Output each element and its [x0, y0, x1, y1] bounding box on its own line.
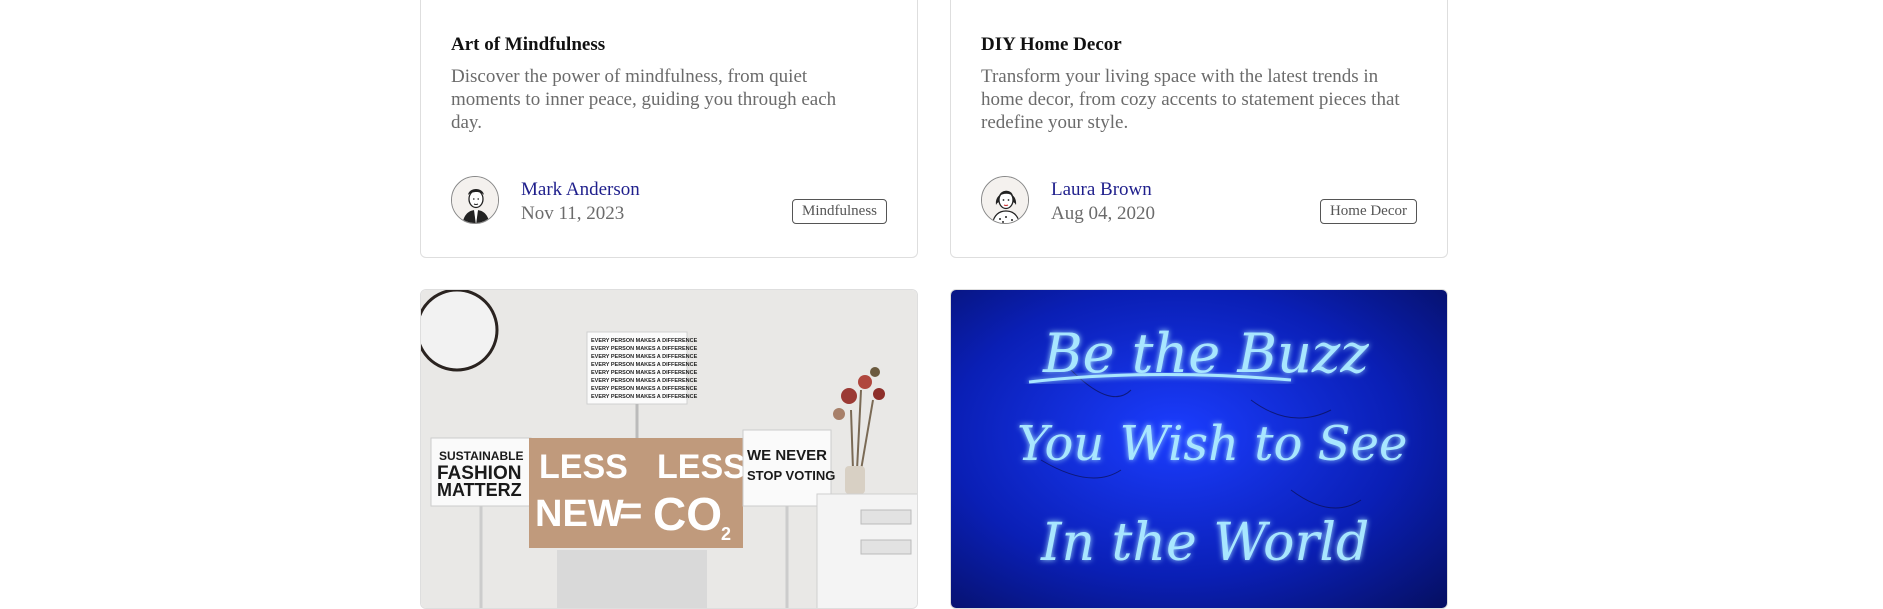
- sign-text: =: [619, 489, 642, 533]
- post-date: Nov 11, 2023: [521, 203, 625, 224]
- author-name[interactable]: Mark Anderson: [521, 179, 640, 201]
- article-description: Transform your living space with the lat…: [981, 66, 1400, 133]
- author-name[interactable]: Laura Brown: [1051, 179, 1152, 201]
- article-description: Discover the power of mindfulness, from …: [451, 66, 837, 133]
- protest-signs-photo: EVERY PERSON MAKES A DIFFERENCE EVERY PE…: [421, 290, 917, 608]
- author-avatar[interactable]: [981, 176, 1029, 224]
- sign-text: MATTERZ: [437, 480, 522, 500]
- article-title[interactable]: DIY Home Decor: [981, 34, 1122, 56]
- author-avatar[interactable]: [451, 176, 499, 224]
- sign-text: STOP VOTING: [747, 468, 835, 483]
- sign-text: EVERY PERSON MAKES A DIFFERENCE: [591, 338, 698, 344]
- sign-text: EVERY PERSON MAKES A DIFFERENCE: [591, 346, 698, 352]
- sign-text: NEW: [535, 493, 624, 535]
- category-tag[interactable]: Home Decor: [1319, 199, 1417, 224]
- article-card-image[interactable]: EVERY PERSON MAKES A DIFFERENCE EVERY PE…: [420, 289, 918, 609]
- article-title[interactable]: Art of Mindfulness: [451, 34, 605, 56]
- sign-text: EVERY PERSON MAKES A DIFFERENCE: [591, 354, 698, 360]
- article-card[interactable]: DIY Home Decor Transform your living spa…: [950, 0, 1448, 258]
- sign-text: 2: [721, 524, 731, 544]
- sign-text: EVERY PERSON MAKES A DIFFERENCE: [591, 386, 698, 392]
- category-tag[interactable]: Mindfulness: [792, 199, 887, 224]
- neon-text: In the World: [1040, 513, 1369, 573]
- sign-text: EVERY PERSON MAKES A DIFFERENCE: [591, 370, 698, 376]
- article-card[interactable]: Art of Mindfulness Discover the power of…: [420, 0, 918, 258]
- sign-text: EVERY PERSON MAKES A DIFFERENCE: [591, 362, 698, 368]
- sign-text: CO: [653, 488, 722, 540]
- sign-text: LESS: [539, 448, 628, 486]
- sign-text: LESS: [657, 448, 746, 486]
- woman-avatar-icon: [982, 177, 1028, 223]
- article-grid: Art of Mindfulness Discover the power of…: [420, 0, 1450, 609]
- man-avatar-icon: [452, 177, 498, 223]
- sign-text: SUSTAINABLE: [439, 449, 523, 463]
- article-card-image[interactable]: Be the Buzz You Wish to See In the World: [950, 289, 1448, 609]
- post-date: Aug 04, 2020: [1051, 203, 1155, 224]
- sign-text: WE NEVER: [747, 447, 827, 464]
- sign-text: EVERY PERSON MAKES A DIFFERENCE: [591, 378, 698, 384]
- neon-text: You Wish to See: [1017, 416, 1407, 472]
- neon-sign-photo: Be the Buzz You Wish to See In the World: [951, 290, 1447, 608]
- sign-text: EVERY PERSON MAKES A DIFFERENCE: [591, 394, 698, 400]
